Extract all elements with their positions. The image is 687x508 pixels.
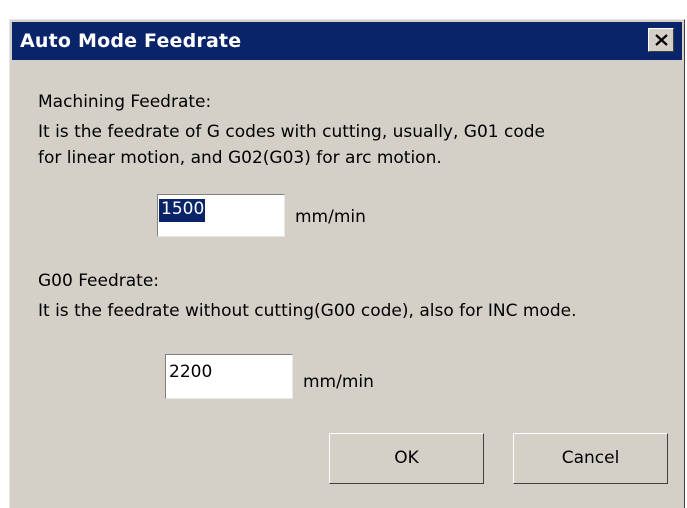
cancel-button[interactable]: Cancel bbox=[513, 433, 668, 484]
ok-button[interactable]: OK bbox=[329, 433, 484, 484]
g00-feedrate-unit: mm/min bbox=[303, 372, 374, 392]
machining-feedrate-unit: mm/min bbox=[295, 207, 366, 227]
machining-description-line1: It is the feedrate of G codes with cutti… bbox=[38, 122, 545, 142]
g00-feedrate-heading: G00 Feedrate: bbox=[38, 271, 160, 291]
machining-description-line2: for linear motion, and G02(G03) for arc … bbox=[38, 148, 442, 168]
machining-feedrate-heading: Machining Feedrate: bbox=[38, 92, 212, 112]
g00-description: It is the feedrate without cutting(G00 c… bbox=[38, 301, 577, 321]
machining-feedrate-value: 1500 bbox=[161, 199, 205, 219]
dialog-title: Auto Mode Feedrate bbox=[20, 30, 242, 52]
close-button[interactable] bbox=[648, 28, 674, 52]
g00-feedrate-value: 2200 bbox=[169, 362, 213, 382]
close-icon bbox=[655, 34, 668, 46]
title-bar[interactable]: Auto Mode Feedrate bbox=[12, 22, 682, 60]
auto-mode-feedrate-dialog: Auto Mode Feedrate Machining Feedrate: I… bbox=[9, 19, 685, 508]
